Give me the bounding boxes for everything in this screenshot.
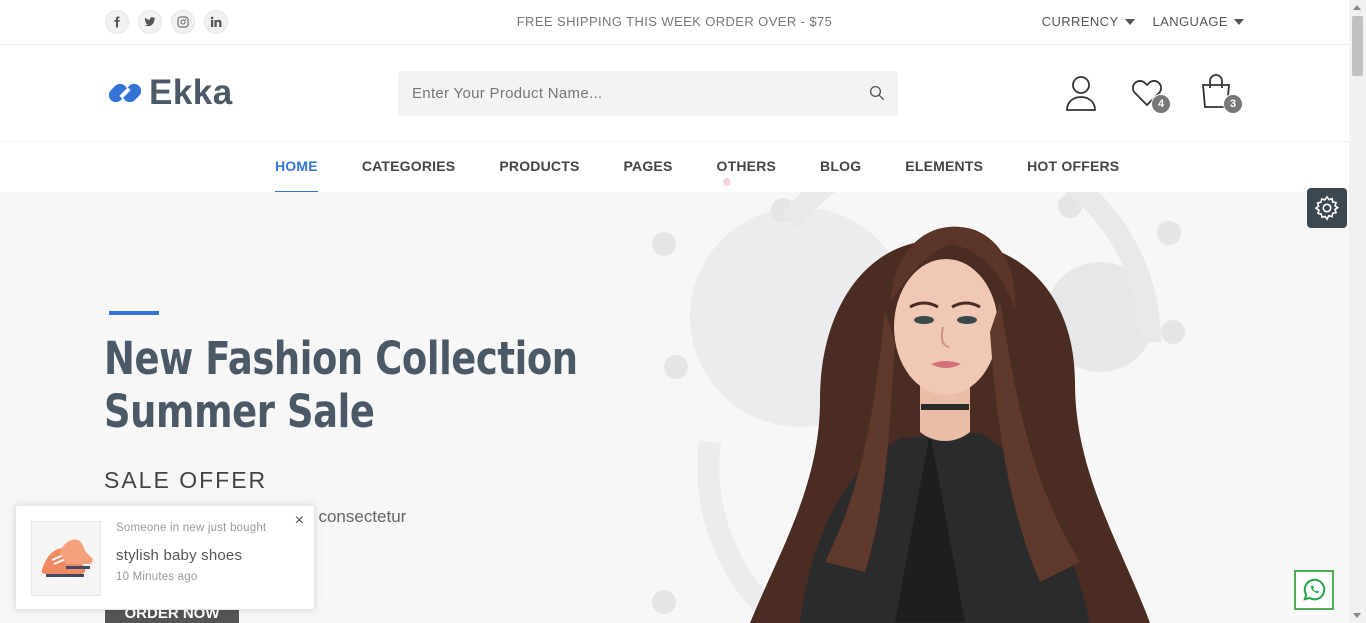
user-icon [1066, 76, 1096, 111]
nav-item-elements[interactable]: ELEMENTS [905, 158, 983, 192]
caret-down-icon [1124, 18, 1135, 25]
hero-model-image [652, 192, 1185, 623]
search-input[interactable] [398, 71, 858, 116]
nav-item-blog[interactable]: BLOG [820, 158, 861, 192]
search-icon[interactable] [868, 84, 886, 102]
header-actions: 4 3 [1063, 72, 1246, 118]
top-bar: FREE SHIPPING THIS WEEK ORDER OVER - $75… [0, 0, 1349, 45]
scrollbar-thumb[interactable] [1352, 16, 1363, 76]
header: Ekka 4 3 [0, 46, 1349, 142]
hero-title-line-2: Summer Sale [104, 385, 375, 438]
hero-title: New Fashion Collection Summer Sale [104, 332, 578, 438]
caret-down-icon [1234, 18, 1244, 25]
search-bar [398, 71, 898, 116]
top-dropdowns: CURRENCY LANGUAGE [1042, 14, 1244, 29]
nav-indicator-dot [723, 178, 731, 186]
cart-button[interactable]: 3 [1198, 72, 1243, 116]
baby-shoes-image [41, 539, 93, 577]
settings-button[interactable] [1307, 188, 1347, 228]
hero-accent-line [109, 311, 159, 315]
account-button[interactable] [1063, 72, 1103, 116]
page-scrollbar[interactable] [1349, 0, 1366, 623]
logo[interactable]: Ekka [105, 73, 233, 113]
nav-item-others[interactable]: OTHERS [717, 158, 777, 192]
currency-label: CURRENCY [1041, 14, 1119, 29]
language-dropdown[interactable]: LANGUAGE [1153, 14, 1244, 29]
nav-item-products[interactable]: PRODUCTS [499, 158, 579, 192]
nav-item-pages[interactable]: PAGES [624, 158, 673, 192]
recent-purchase-popup: × Someone in new just bought stylish bab… [15, 505, 315, 610]
popup-timestamp: 10 Minutes ago [116, 571, 198, 583]
currency-dropdown[interactable]: CURRENCY [1042, 14, 1135, 29]
scroll-down-arrow-icon[interactable] [1353, 613, 1361, 618]
nav-list: HOME CATEGORIES PRODUCTS PAGES OTHERS BLOG ELE… [275, 158, 1163, 193]
nav-item-categories[interactable]: CATEGORIES [362, 158, 456, 192]
language-label: LANGUAGE [1152, 14, 1228, 29]
nav-item-hot-offers[interactable]: HOT OFFERS [1027, 158, 1119, 192]
wishlist-button[interactable]: 4 [1129, 72, 1171, 116]
close-icon[interactable]: × [295, 512, 304, 530]
whatsapp-icon [1303, 578, 1326, 601]
popup-message: Someone in new just bought [116, 522, 267, 534]
product-thumbnail[interactable] [31, 521, 101, 596]
whatsapp-button[interactable] [1294, 570, 1334, 610]
logo-text: Ekka [149, 73, 233, 112]
popup-product-name[interactable]: stylish baby shoes [116, 547, 242, 564]
scroll-up-arrow-icon[interactable] [1353, 5, 1361, 10]
main-nav: HOME CATEGORIES PRODUCTS PAGES OTHERS BLOG ELE… [0, 142, 1349, 193]
cart-count-badge: 3 [1223, 94, 1243, 114]
wishlist-count-badge: 4 [1151, 94, 1171, 114]
logo-icon [108, 83, 142, 103]
gear-icon [1314, 195, 1340, 221]
nav-item-home[interactable]: HOME [275, 158, 318, 193]
hero-subtitle: SALE OFFER [104, 467, 268, 493]
hero-title-line-1: New Fashion Collection [104, 332, 578, 385]
